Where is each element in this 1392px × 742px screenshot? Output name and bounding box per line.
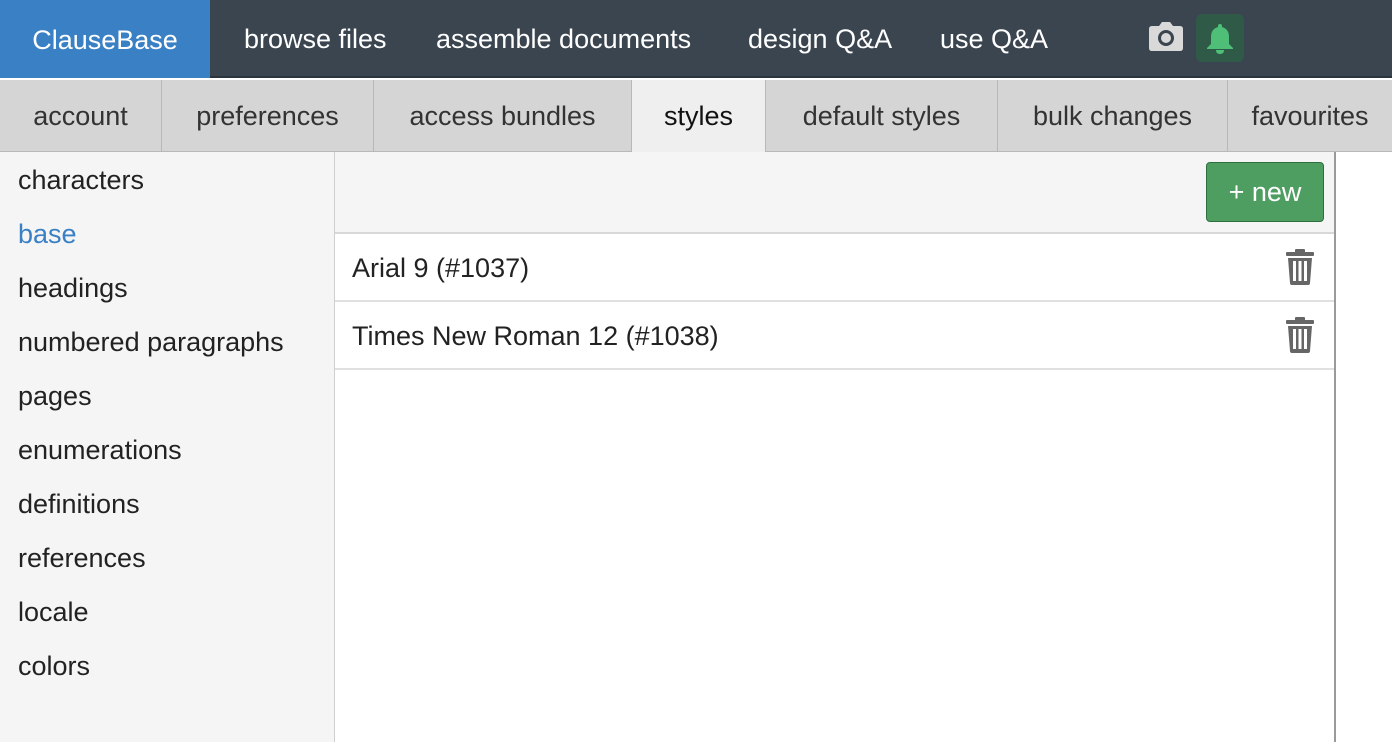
style-row[interactable]: Arial 9 (#1037) (335, 234, 1334, 302)
sidebar-item-pages[interactable]: pages (18, 369, 92, 423)
nav-use-qa[interactable]: use Q&A (940, 0, 1048, 78)
tab-styles[interactable]: styles (631, 80, 766, 152)
brand-logo[interactable]: ClauseBase (0, 0, 210, 78)
sidebar-item-enumerations[interactable]: enumerations (18, 423, 182, 477)
new-style-button[interactable]: + new (1206, 162, 1324, 222)
sidebar-item-numbered-paragraphs[interactable]: numbered paragraphs (18, 315, 284, 369)
tab-bulk-changes[interactable]: bulk changes (998, 80, 1228, 152)
trash-icon[interactable] (1285, 317, 1315, 353)
style-row-label[interactable]: Arial 9 (#1037) (352, 234, 529, 300)
top-navbar: ClauseBase browse files assemble documen… (0, 0, 1392, 78)
settings-tabs: account preferences access bundles style… (0, 80, 1392, 152)
tab-default-styles[interactable]: default styles (766, 80, 998, 152)
styles-panel: + new Arial 9 (#1037) Times New Roman 12… (335, 152, 1336, 742)
styles-toolbar: + new (335, 152, 1334, 234)
trash-icon[interactable] (1285, 249, 1315, 285)
tab-account[interactable]: account (0, 80, 162, 152)
style-row[interactable]: Times New Roman 12 (#1038) (335, 302, 1334, 370)
sidebar-item-references[interactable]: references (18, 531, 146, 585)
nav-design-qa[interactable]: design Q&A (748, 0, 892, 78)
notifications-button[interactable] (1196, 14, 1244, 62)
tab-access-bundles[interactable]: access bundles (374, 80, 632, 152)
nav-assemble-documents[interactable]: assemble documents (436, 0, 691, 78)
camera-icon[interactable] (1148, 22, 1184, 52)
tab-preferences[interactable]: preferences (162, 80, 374, 152)
bell-icon (1207, 24, 1233, 54)
sidebar-item-colors[interactable]: colors (18, 639, 90, 693)
sidebar-item-definitions[interactable]: definitions (18, 477, 140, 531)
styles-sidebar: characters base headings numbered paragr… (0, 152, 335, 742)
sidebar-item-headings[interactable]: headings (18, 261, 128, 315)
nav-browse-files[interactable]: browse files (244, 0, 387, 78)
sidebar-item-base[interactable]: base (18, 207, 77, 261)
tab-favourites[interactable]: favourites (1228, 80, 1392, 152)
style-row-label[interactable]: Times New Roman 12 (#1038) (352, 302, 719, 368)
sidebar-item-locale[interactable]: locale (18, 585, 89, 639)
sidebar-item-characters[interactable]: characters (18, 153, 144, 207)
